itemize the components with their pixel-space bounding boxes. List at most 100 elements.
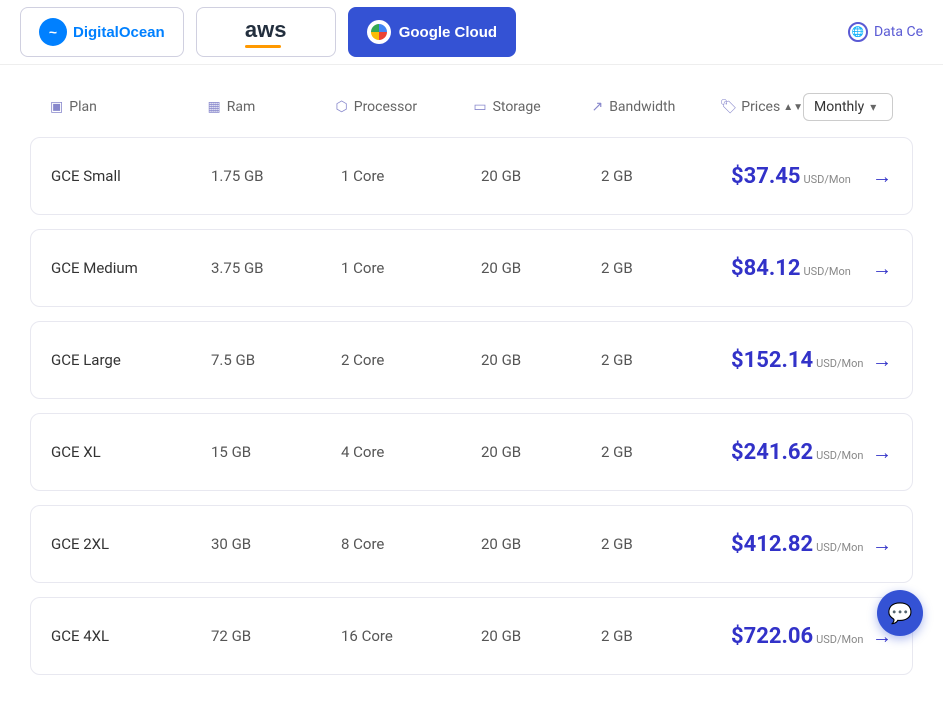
cell-bandwidth-value: 2 GB bbox=[601, 259, 731, 277]
billing-period-label: Monthly bbox=[814, 99, 864, 115]
cell-bandwidth-value: 2 GB bbox=[601, 167, 731, 185]
price-amount: $37.45 bbox=[731, 164, 801, 189]
col-header-processor: ⬡ Processor bbox=[336, 99, 474, 115]
price-amount: $84.12 bbox=[731, 256, 801, 281]
cell-plan-name: GCE Medium bbox=[51, 259, 211, 277]
cell-plan-name: GCE XL bbox=[51, 443, 211, 461]
cell-ram-value: 30 GB bbox=[211, 535, 341, 553]
table-row[interactable]: GCE 4XL 72 GB 16 Core 20 GB 2 GB $722.06… bbox=[30, 597, 913, 675]
ram-icon: ▦ bbox=[208, 99, 221, 115]
cell-price-value: $152.14USD/Mon bbox=[731, 348, 872, 373]
aws-logo: aws bbox=[245, 17, 287, 43]
plan-rows-container: GCE Small 1.75 GB 1 Core 20 GB 2 GB $37.… bbox=[30, 137, 913, 675]
bandwidth-icon: ↗ bbox=[591, 99, 603, 115]
col-header-storage: ▭ Storage bbox=[473, 99, 591, 115]
col-header-plan: ▣ Plan bbox=[50, 99, 208, 115]
prices-header-label: Prices bbox=[741, 99, 780, 115]
row-arrow-icon[interactable]: → bbox=[872, 440, 892, 465]
plan-header-label: Plan bbox=[69, 99, 97, 115]
price-unit: USD/Mon bbox=[804, 265, 851, 278]
cell-processor-value: 4 Core bbox=[341, 443, 481, 461]
table-row[interactable]: GCE Large 7.5 GB 2 Core 20 GB 2 GB $152.… bbox=[30, 321, 913, 399]
row-arrow-icon[interactable]: → bbox=[872, 348, 892, 373]
cell-storage-value: 20 GB bbox=[481, 627, 601, 645]
price-unit: USD/Mon bbox=[816, 633, 863, 646]
cell-ram-value: 1.75 GB bbox=[211, 167, 341, 185]
billing-period-dropdown[interactable]: Monthly ▾ bbox=[803, 93, 893, 121]
price-unit: USD/Mon bbox=[816, 449, 863, 462]
globe-icon: 🌐 bbox=[848, 22, 868, 42]
sort-arrows-icon: ▲▼ bbox=[783, 104, 803, 111]
cell-ram-value: 7.5 GB bbox=[211, 351, 341, 369]
cell-price-value: $37.45USD/Mon bbox=[731, 164, 872, 189]
aws-underline bbox=[245, 45, 281, 48]
cell-storage-value: 20 GB bbox=[481, 259, 601, 277]
prices-sort-control[interactable]: Prices ▲▼ bbox=[741, 99, 803, 115]
digitalocean-provider-btn[interactable]: ~ DigitalOcean bbox=[20, 7, 184, 57]
cell-processor-value: 1 Core bbox=[341, 259, 481, 277]
do-label: DigitalOcean bbox=[73, 24, 165, 41]
prices-icon: 🏷 bbox=[719, 99, 737, 115]
chat-icon: 💬 bbox=[888, 601, 913, 625]
google-cloud-icon bbox=[367, 20, 391, 44]
main-content: ▣ Plan ▦ Ram ⬡ Processor ▭ Storage ↗ Ban… bbox=[0, 65, 943, 709]
price-unit: USD/Mon bbox=[804, 173, 851, 186]
table-header: ▣ Plan ▦ Ram ⬡ Processor ▭ Storage ↗ Ban… bbox=[30, 85, 913, 129]
storage-icon: ▭ bbox=[473, 99, 486, 115]
do-circle-icon: ~ bbox=[39, 18, 67, 46]
cell-plan-name: GCE Small bbox=[51, 167, 211, 185]
processor-header-label: Processor bbox=[354, 99, 417, 115]
data-center-label: Data Ce bbox=[874, 24, 923, 40]
price-unit: USD/Mon bbox=[816, 541, 863, 554]
cell-plan-name: GCE 2XL bbox=[51, 535, 211, 553]
row-arrow-icon[interactable]: → bbox=[872, 532, 892, 557]
price-amount: $722.06 bbox=[731, 624, 813, 649]
row-arrow-icon[interactable]: → bbox=[872, 256, 892, 281]
cell-plan-name: GCE 4XL bbox=[51, 627, 211, 645]
chat-widget-btn[interactable]: 💬 bbox=[877, 590, 923, 636]
cell-price-value: $241.62USD/Mon bbox=[731, 440, 872, 465]
cell-processor-value: 2 Core bbox=[341, 351, 481, 369]
cell-ram-value: 3.75 GB bbox=[211, 259, 341, 277]
cell-processor-value: 16 Core bbox=[341, 627, 481, 645]
price-amount: $241.62 bbox=[731, 440, 813, 465]
cell-processor-value: 8 Core bbox=[341, 535, 481, 553]
cell-storage-value: 20 GB bbox=[481, 443, 601, 461]
cell-bandwidth-value: 2 GB bbox=[601, 535, 731, 553]
processor-icon: ⬡ bbox=[336, 99, 348, 115]
row-arrow-icon[interactable]: → bbox=[872, 164, 892, 189]
monthly-select[interactable]: Monthly ▾ bbox=[803, 93, 893, 121]
google-cloud-icon-inner bbox=[371, 24, 387, 40]
col-header-ram: ▦ Ram bbox=[208, 99, 336, 115]
plan-icon: ▣ bbox=[50, 99, 63, 115]
aws-provider-btn[interactable]: aws bbox=[196, 7, 336, 57]
cell-bandwidth-value: 2 GB bbox=[601, 627, 731, 645]
price-amount: $152.14 bbox=[731, 348, 813, 373]
table-row[interactable]: GCE Medium 3.75 GB 1 Core 20 GB 2 GB $84… bbox=[30, 229, 913, 307]
cell-storage-value: 20 GB bbox=[481, 535, 601, 553]
gcloud-label: Google Cloud bbox=[399, 24, 497, 41]
cell-price-value: $84.12USD/Mon bbox=[731, 256, 872, 281]
storage-header-label: Storage bbox=[493, 99, 541, 115]
cell-price-value: $412.82USD/Mon bbox=[731, 532, 872, 557]
price-unit: USD/Mon bbox=[816, 357, 863, 370]
cell-price-value: $722.06USD/Mon bbox=[731, 624, 872, 649]
data-center-btn[interactable]: 🌐 Data Ce bbox=[848, 22, 923, 42]
bandwidth-header-label: Bandwidth bbox=[609, 99, 675, 115]
cell-plan-name: GCE Large bbox=[51, 351, 211, 369]
cell-processor-value: 1 Core bbox=[341, 167, 481, 185]
chevron-down-icon: ▾ bbox=[870, 100, 876, 114]
table-row[interactable]: GCE XL 15 GB 4 Core 20 GB 2 GB $241.62US… bbox=[30, 413, 913, 491]
cell-bandwidth-value: 2 GB bbox=[601, 443, 731, 461]
googlecloud-provider-btn[interactable]: Google Cloud bbox=[348, 7, 516, 57]
cell-ram-value: 15 GB bbox=[211, 443, 341, 461]
price-amount: $412.82 bbox=[731, 532, 813, 557]
cell-bandwidth-value: 2 GB bbox=[601, 351, 731, 369]
cell-ram-value: 72 GB bbox=[211, 627, 341, 645]
nav-bar: ~ DigitalOcean aws Google Cloud 🌐 Data C… bbox=[0, 0, 943, 65]
cell-storage-value: 20 GB bbox=[481, 167, 601, 185]
cell-storage-value: 20 GB bbox=[481, 351, 601, 369]
table-row[interactable]: GCE Small 1.75 GB 1 Core 20 GB 2 GB $37.… bbox=[30, 137, 913, 215]
col-header-prices[interactable]: 🏷 Prices ▲▼ bbox=[719, 99, 803, 115]
table-row[interactable]: GCE 2XL 30 GB 8 Core 20 GB 2 GB $412.82U… bbox=[30, 505, 913, 583]
